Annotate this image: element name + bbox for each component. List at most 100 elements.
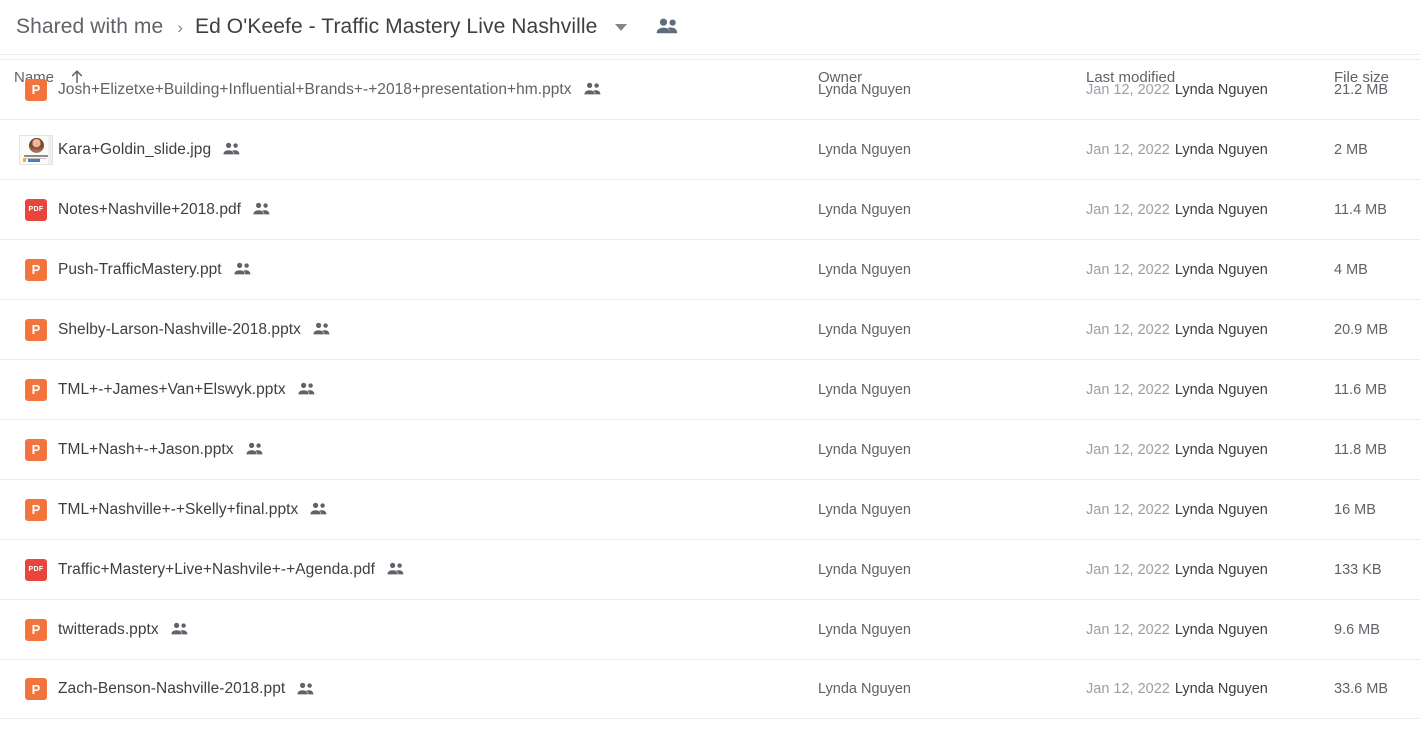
file-size: 33.6 MB: [1334, 681, 1388, 697]
file-owner: Lynda Nguyen: [818, 81, 911, 98]
file-owner: Lynda Nguyen: [818, 201, 911, 218]
table-row[interactable]: PDF Notes+Nashville+2018.pdf Lynda Nguyen J…: [0, 179, 1420, 239]
table-row[interactable]: P Shelby-Larson-Nashville-2018.pptx Lynda …: [0, 299, 1420, 359]
file-modified-by: Lynda Nguyen: [1174, 621, 1268, 638]
file-icon-slot: P: [14, 438, 58, 461]
table-row[interactable]: Kara+Goldin_slide.jpg Lynda Nguyen Jan 12,…: [0, 119, 1420, 179]
file-name-cell[interactable]: PDF Notes+Nashville+2018.pdf: [0, 198, 818, 221]
shared-people-icon: [386, 562, 405, 577]
table-row[interactable]: P Zach-Benson-Nashville-2018.ppt Lynda Ngu…: [0, 659, 1420, 719]
thumbnail-logo-bar: [28, 158, 40, 162]
file-modified-by: Lynda Nguyen: [1174, 381, 1268, 398]
file-size: 133 KB: [1334, 561, 1382, 578]
file-last-modified: Jan 12, 2022 Lynda Nguyen: [1086, 502, 1334, 518]
file-last-modified: Jan 12, 2022 Lynda Nguyen: [1086, 202, 1334, 218]
file-name-cell[interactable]: Kara+Goldin_slide.jpg: [0, 134, 818, 165]
file-last-modified: Jan 12, 2022 Lynda Nguyen: [1086, 322, 1334, 338]
table-row[interactable]: PDF Traffic+Mastery+Live+Nashvile+-+Agend…: [0, 539, 1420, 599]
pdf-file-icon: PDF: [25, 198, 47, 221]
table-row[interactable]: Ptwitterads.pptx Lynda Nguyen Jan 12, 2022…: [0, 599, 1420, 659]
powerpoint-file-icon: P: [25, 78, 47, 101]
file-modified-date: Jan 12, 2022: [1086, 81, 1170, 98]
file-owner: Lynda Nguyen: [818, 261, 911, 278]
file-modified-date: Jan 12, 2022: [1086, 201, 1170, 218]
file-owner: Lynda Nguyen: [818, 501, 911, 518]
file-name-cell[interactable]: P Shelby-Larson-Nashville-2018.pptx: [0, 318, 818, 341]
people-icon[interactable]: [654, 17, 680, 37]
file-name-label: Josh+Elizetxe+Building+Influential+Brand…: [58, 80, 572, 98]
file-modified-by: Lynda Nguyen: [1174, 561, 1268, 578]
file-list: P Josh+Elizetxe+Building+Influential+Bran…: [0, 59, 1420, 719]
file-name-cell[interactable]: Ptwitterads.pptx: [0, 618, 818, 641]
file-name-label: Kara+Goldin_slide.jpg: [58, 140, 212, 158]
file-icon-slot: P: [14, 378, 58, 401]
file-name-cell[interactable]: P Zach-Benson-Nashville-2018.ppt: [0, 678, 818, 700]
file-icon-slot: PDF: [14, 198, 58, 221]
file-last-modified: Jan 12, 2022 Lynda Nguyen: [1086, 681, 1334, 697]
table-row[interactable]: P TML+Nashville+-+Skelly+final.pptx Lynda …: [0, 479, 1420, 539]
powerpoint-file-icon: P: [25, 318, 47, 341]
file-modified-by: Lynda Nguyen: [1174, 261, 1268, 278]
file-name-label: Shelby-Larson-Nashville-2018.pptx: [58, 320, 301, 338]
file-modified-by: Lynda Nguyen: [1174, 681, 1268, 697]
thumbnail-edge: [48, 135, 52, 164]
file-last-modified: Jan 12, 2022 Lynda Nguyen: [1086, 82, 1334, 98]
file-owner: Lynda Nguyen: [818, 681, 911, 697]
file-modified-by: Lynda Nguyen: [1174, 501, 1268, 518]
file-modified-date: Jan 12, 2022: [1086, 561, 1170, 578]
file-last-modified: Jan 12, 2022 Lynda Nguyen: [1086, 622, 1334, 638]
breadcrumb-shared-with-me[interactable]: Shared with me: [16, 15, 163, 39]
table-row[interactable]: P Josh+Elizetxe+Building+Influential+Bran…: [0, 59, 1420, 119]
shared-people-icon: [297, 382, 316, 397]
file-name-label: TML+Nashville+-+Skelly+final.pptx: [58, 500, 299, 518]
powerpoint-file-icon: P: [25, 258, 47, 281]
file-name-cell[interactable]: PDF Traffic+Mastery+Live+Nashvile+-+Agend…: [0, 558, 818, 581]
file-size: 16 MB: [1334, 501, 1376, 518]
file-icon-slot: [14, 134, 58, 165]
file-name-cell[interactable]: P Josh+Elizetxe+Building+Influential+Bran…: [0, 78, 818, 101]
file-icon-slot: P: [14, 678, 58, 700]
file-size: 21.2 MB: [1334, 81, 1388, 98]
powerpoint-file-icon: P: [25, 438, 47, 461]
table-row[interactable]: P Push-TrafficMastery.ppt Lynda Nguyen Jan …: [0, 239, 1420, 299]
file-modified-date: Jan 12, 2022: [1086, 321, 1170, 338]
powerpoint-file-icon: P: [25, 618, 47, 641]
powerpoint-file-icon: P: [25, 678, 47, 700]
file-icon-slot: P: [14, 78, 58, 101]
shared-people-icon: [309, 502, 328, 517]
chevron-down-icon[interactable]: [610, 16, 632, 38]
file-name-label: Push-TrafficMastery.ppt: [58, 260, 222, 278]
shared-people-icon: [312, 322, 331, 337]
breadcrumb-separator-icon: ›: [177, 17, 183, 37]
file-size: 20.9 MB: [1334, 321, 1388, 338]
file-last-modified: Jan 12, 2022 Lynda Nguyen: [1086, 562, 1334, 578]
file-modified-by: Lynda Nguyen: [1174, 201, 1268, 218]
powerpoint-file-icon: P: [25, 378, 47, 401]
breadcrumb-current-folder[interactable]: Ed O'Keefe - Traffic Mastery Live Nashvi…: [195, 15, 597, 39]
table-row[interactable]: P TML+-+James+Van+Elswyk.pptx Lynda Nguyen…: [0, 359, 1420, 419]
file-owner: Lynda Nguyen: [818, 441, 911, 458]
file-owner: Lynda Nguyen: [818, 621, 911, 638]
file-icon-slot: P: [14, 498, 58, 521]
shared-people-icon: [233, 262, 252, 277]
powerpoint-file-icon: P: [25, 498, 47, 521]
file-name-cell[interactable]: P TML+-+James+Van+Elswyk.pptx: [0, 378, 818, 401]
file-icon-slot: P: [14, 318, 58, 341]
table-row[interactable]: P TML+Nash+-+Jason.pptx Lynda Nguyen Jan 12…: [0, 419, 1420, 479]
file-size: 11.8 MB: [1334, 441, 1387, 458]
file-last-modified: Jan 12, 2022 Lynda Nguyen: [1086, 262, 1334, 278]
file-icon-slot: PDF: [14, 558, 58, 581]
file-owner: Lynda Nguyen: [818, 141, 911, 158]
file-name-label: TML+-+James+Van+Elswyk.pptx: [58, 380, 286, 398]
file-name-label: Notes+Nashville+2018.pdf: [58, 200, 242, 218]
breadcrumb-header: Shared with me › Ed O'Keefe - Traffic Ma…: [0, 0, 1420, 55]
file-modified-by: Lynda Nguyen: [1174, 441, 1268, 458]
file-owner: Lynda Nguyen: [818, 381, 911, 398]
file-name-cell[interactable]: P TML+Nash+-+Jason.pptx: [0, 438, 818, 461]
file-name-label: Traffic+Mastery+Live+Nashvile+-+Agenda.p…: [58, 560, 376, 578]
file-name-cell[interactable]: P Push-TrafficMastery.ppt: [0, 258, 818, 281]
image-thumbnail: [19, 134, 53, 165]
file-name-cell[interactable]: P TML+Nashville+-+Skelly+final.pptx: [0, 498, 818, 521]
file-size: 4 MB: [1334, 261, 1368, 278]
file-modified-by: Lynda Nguyen: [1174, 321, 1268, 338]
